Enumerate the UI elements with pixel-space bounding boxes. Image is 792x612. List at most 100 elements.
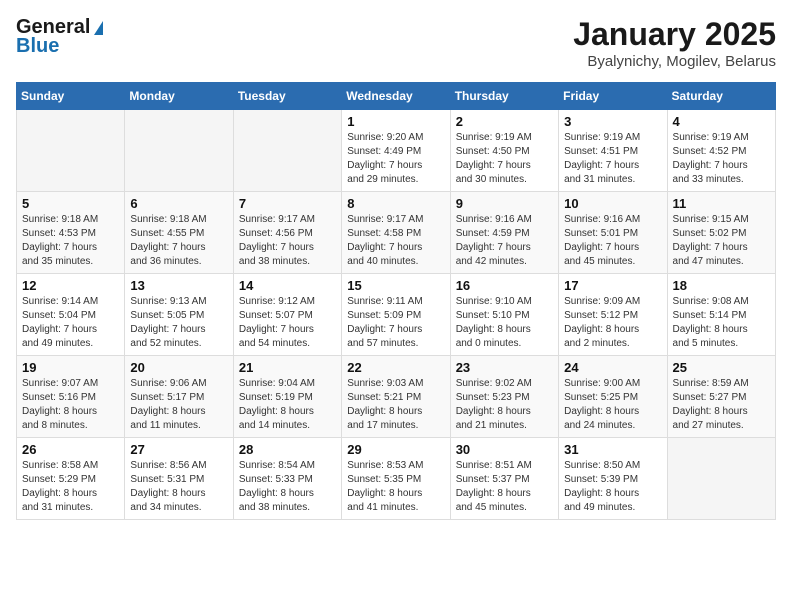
title-block: January 2025 Byalynichy, Mogilev, Belaru…	[573, 16, 776, 70]
cell-day-number: 1	[347, 114, 444, 129]
cell-day-number: 19	[22, 360, 119, 375]
cell-day-number: 28	[239, 442, 336, 457]
calendar-week-row: 12 Sunrise: 9:14 AM Sunset: 5:04 PM Dayli…	[17, 274, 776, 356]
cell-day-number: 11	[673, 196, 770, 211]
cell-day-number: 31	[564, 442, 661, 457]
cell-day-number: 30	[456, 442, 553, 457]
logo-triangle-icon	[94, 21, 103, 35]
cell-info-text: Sunrise: 9:04 AM Sunset: 5:19 PM Dayligh…	[239, 377, 336, 433]
cell-info-text: Sunrise: 9:17 AM Sunset: 4:58 PM Dayligh…	[347, 213, 444, 269]
cell-info-text: Sunrise: 9:18 AM Sunset: 4:53 PM Dayligh…	[22, 213, 119, 269]
cell-info-text: Sunrise: 9:06 AM Sunset: 5:17 PM Dayligh…	[130, 377, 227, 433]
calendar-cell: 5 Sunrise: 9:18 AM Sunset: 4:53 PM Daylig…	[17, 192, 125, 274]
calendar-cell: 31Sunrise: 8:50 AM Sunset: 5:39 PM Dayli…	[559, 438, 667, 520]
cell-info-text: Sunrise: 9:07 AM Sunset: 5:16 PM Dayligh…	[22, 377, 119, 433]
calendar-cell: 9 Sunrise: 9:16 AM Sunset: 4:59 PM Daylig…	[450, 192, 558, 274]
calendar-cell: 28 Sunrise: 8:54 AM Sunset: 5:33 PM Dayli…	[233, 438, 341, 520]
calendar-cell: 22Sunrise: 9:03 AM Sunset: 5:21 PM Dayli…	[342, 356, 450, 438]
cell-day-number: 26	[22, 442, 119, 457]
cell-info-text: Sunrise: 9:00 AM Sunset: 5:25 PM Dayligh…	[564, 377, 661, 433]
cell-info-text: Sunrise: 8:51 AM Sunset: 5:37 PM Dayligh…	[456, 459, 553, 515]
calendar-cell: 6 Sunrise: 9:18 AM Sunset: 4:55 PM Daylig…	[125, 192, 233, 274]
cell-day-number: 29	[347, 442, 444, 457]
weekday-header-row: SundayMondayTuesdayWednesdayThursdayFrid…	[17, 83, 776, 110]
calendar-cell: 13 Sunrise: 9:13 AM Sunset: 5:05 PM Dayli…	[125, 274, 233, 356]
calendar-cell: 16Sunrise: 9:10 AM Sunset: 5:10 PM Dayli…	[450, 274, 558, 356]
calendar-cell: 20 Sunrise: 9:06 AM Sunset: 5:17 PM Dayli…	[125, 356, 233, 438]
cell-info-text: Sunrise: 9:09 AM Sunset: 5:12 PM Dayligh…	[564, 295, 661, 351]
calendar-week-row: 19 Sunrise: 9:07 AM Sunset: 5:16 PM Dayli…	[17, 356, 776, 438]
calendar-cell: 12 Sunrise: 9:14 AM Sunset: 5:04 PM Dayli…	[17, 274, 125, 356]
cell-day-number: 14	[239, 278, 336, 293]
calendar-cell: 25Sunrise: 8:59 AM Sunset: 5:27 PM Dayli…	[667, 356, 775, 438]
calendar-cell: 7Sunrise: 9:17 AM Sunset: 4:56 PM Daylig…	[233, 192, 341, 274]
cell-day-number: 8	[347, 196, 444, 211]
calendar-week-row: 1 Sunrise: 9:20 AM Sunset: 4:49 PM Daylig…	[17, 110, 776, 192]
cell-day-number: 20	[130, 360, 227, 375]
calendar-cell: 11 Sunrise: 9:15 AM Sunset: 5:02 PM Dayli…	[667, 192, 775, 274]
cell-info-text: Sunrise: 9:02 AM Sunset: 5:23 PM Dayligh…	[456, 377, 553, 433]
logo-blue-text: Blue	[16, 35, 59, 58]
cell-day-number: 5	[22, 196, 119, 211]
calendar-cell: 23 Sunrise: 9:02 AM Sunset: 5:23 PM Dayli…	[450, 356, 558, 438]
cell-info-text: Sunrise: 9:12 AM Sunset: 5:07 PM Dayligh…	[239, 295, 336, 351]
weekday-header-friday: Friday	[559, 83, 667, 110]
cell-day-number: 17	[564, 278, 661, 293]
cell-info-text: Sunrise: 8:53 AM Sunset: 5:35 PM Dayligh…	[347, 459, 444, 515]
cell-day-number: 6	[130, 196, 227, 211]
calendar-cell: 18Sunrise: 9:08 AM Sunset: 5:14 PM Dayli…	[667, 274, 775, 356]
calendar-cell: 27 Sunrise: 8:56 AM Sunset: 5:31 PM Dayli…	[125, 438, 233, 520]
cell-day-number: 10	[564, 196, 661, 211]
logo: General Blue	[16, 16, 103, 58]
cell-day-number: 9	[456, 196, 553, 211]
weekday-header-wednesday: Wednesday	[342, 83, 450, 110]
page-header: General Blue January 2025 Byalynichy, Mo…	[16, 16, 776, 70]
calendar-cell	[125, 110, 233, 192]
cell-info-text: Sunrise: 9:08 AM Sunset: 5:14 PM Dayligh…	[673, 295, 770, 351]
cell-day-number: 22	[347, 360, 444, 375]
calendar-cell: 24Sunrise: 9:00 AM Sunset: 5:25 PM Dayli…	[559, 356, 667, 438]
calendar-cell: 2Sunrise: 9:19 AM Sunset: 4:50 PM Daylig…	[450, 110, 558, 192]
cell-day-number: 4	[673, 114, 770, 129]
cell-info-text: Sunrise: 9:19 AM Sunset: 4:51 PM Dayligh…	[564, 131, 661, 187]
calendar-cell: 15Sunrise: 9:11 AM Sunset: 5:09 PM Dayli…	[342, 274, 450, 356]
cell-day-number: 21	[239, 360, 336, 375]
calendar-cell: 26 Sunrise: 8:58 AM Sunset: 5:29 PM Dayli…	[17, 438, 125, 520]
calendar-cell: 17 Sunrise: 9:09 AM Sunset: 5:12 PM Dayli…	[559, 274, 667, 356]
calendar-cell: 8 Sunrise: 9:17 AM Sunset: 4:58 PM Daylig…	[342, 192, 450, 274]
cell-day-number: 13	[130, 278, 227, 293]
calendar-cell	[17, 110, 125, 192]
cell-info-text: Sunrise: 9:19 AM Sunset: 4:52 PM Dayligh…	[673, 131, 770, 187]
month-title: January 2025	[573, 16, 776, 53]
cell-day-number: 15	[347, 278, 444, 293]
calendar-cell: 4 Sunrise: 9:19 AM Sunset: 4:52 PM Daylig…	[667, 110, 775, 192]
cell-info-text: Sunrise: 9:16 AM Sunset: 5:01 PM Dayligh…	[564, 213, 661, 269]
cell-day-number: 25	[673, 360, 770, 375]
weekday-header-sunday: Sunday	[17, 83, 125, 110]
cell-info-text: Sunrise: 9:18 AM Sunset: 4:55 PM Dayligh…	[130, 213, 227, 269]
calendar-cell: 3 Sunrise: 9:19 AM Sunset: 4:51 PM Daylig…	[559, 110, 667, 192]
weekday-header-tuesday: Tuesday	[233, 83, 341, 110]
weekday-header-saturday: Saturday	[667, 83, 775, 110]
calendar-cell: 30 Sunrise: 8:51 AM Sunset: 5:37 PM Dayli…	[450, 438, 558, 520]
location-title: Byalynichy, Mogilev, Belarus	[573, 53, 776, 70]
weekday-header-monday: Monday	[125, 83, 233, 110]
cell-info-text: Sunrise: 9:13 AM Sunset: 5:05 PM Dayligh…	[130, 295, 227, 351]
calendar-week-row: 5 Sunrise: 9:18 AM Sunset: 4:53 PM Daylig…	[17, 192, 776, 274]
calendar-cell: 19 Sunrise: 9:07 AM Sunset: 5:16 PM Dayli…	[17, 356, 125, 438]
cell-day-number: 16	[456, 278, 553, 293]
cell-info-text: Sunrise: 9:15 AM Sunset: 5:02 PM Dayligh…	[673, 213, 770, 269]
calendar-table: SundayMondayTuesdayWednesdayThursdayFrid…	[16, 82, 776, 520]
cell-info-text: Sunrise: 9:20 AM Sunset: 4:49 PM Dayligh…	[347, 131, 444, 187]
cell-day-number: 27	[130, 442, 227, 457]
cell-day-number: 12	[22, 278, 119, 293]
cell-info-text: Sunrise: 8:54 AM Sunset: 5:33 PM Dayligh…	[239, 459, 336, 515]
cell-info-text: Sunrise: 9:14 AM Sunset: 5:04 PM Dayligh…	[22, 295, 119, 351]
cell-info-text: Sunrise: 9:16 AM Sunset: 4:59 PM Dayligh…	[456, 213, 553, 269]
cell-day-number: 3	[564, 114, 661, 129]
cell-day-number: 23	[456, 360, 553, 375]
cell-info-text: Sunrise: 8:58 AM Sunset: 5:29 PM Dayligh…	[22, 459, 119, 515]
cell-info-text: Sunrise: 8:56 AM Sunset: 5:31 PM Dayligh…	[130, 459, 227, 515]
calendar-cell: 10 Sunrise: 9:16 AM Sunset: 5:01 PM Dayli…	[559, 192, 667, 274]
weekday-header-thursday: Thursday	[450, 83, 558, 110]
